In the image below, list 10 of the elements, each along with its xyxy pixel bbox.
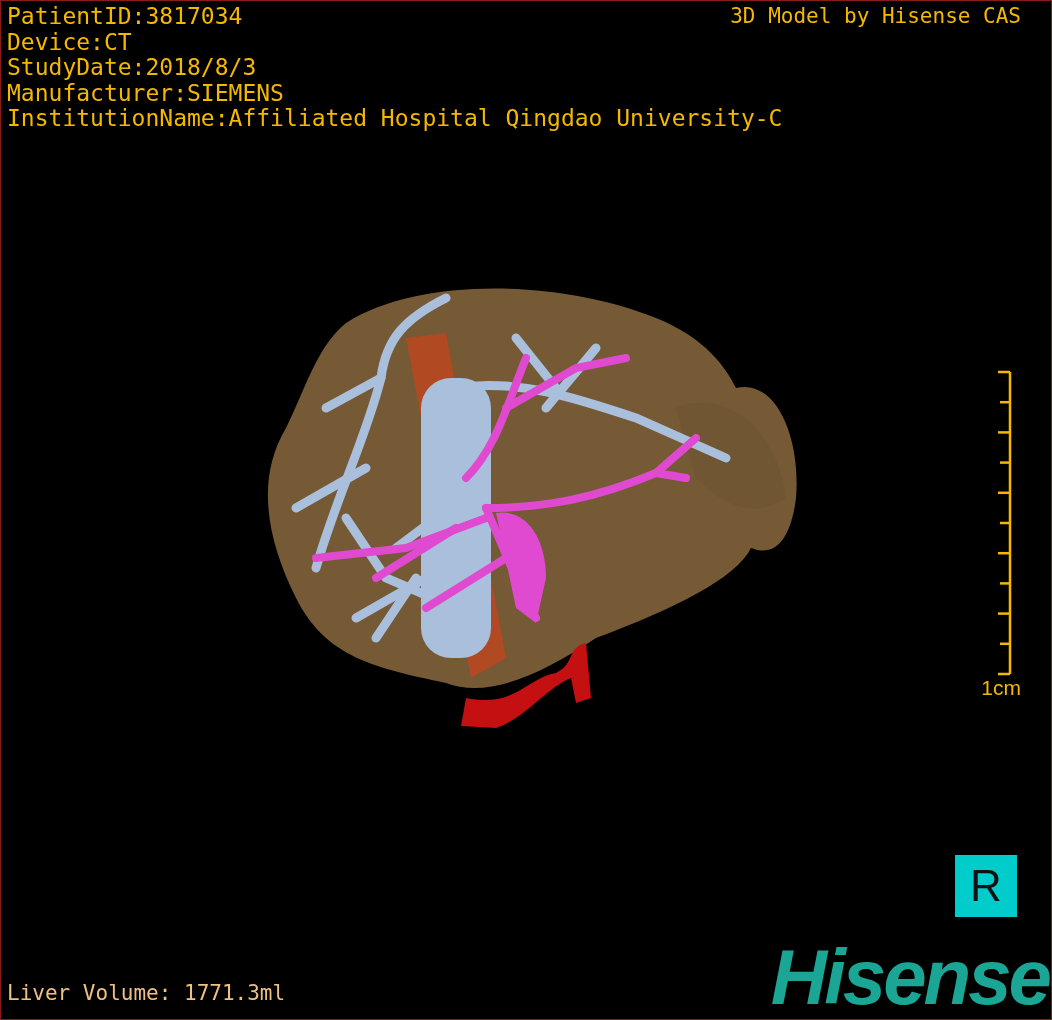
scale-label: 1cm: [981, 675, 1021, 700]
patient-info-text: Device:CT: [7, 29, 132, 55]
liver-volume-text: Liver Volume: 1771.3ml: [6, 981, 286, 1007]
patient-info-text: Manufacturer:SIEMENS: [7, 80, 284, 106]
patient-info-text: PatientID:3817034: [7, 4, 243, 30]
patient-info-text: InstitutionName:Affiliated Hospital Qingdao University-C: [7, 106, 783, 132]
brand-logo: Hisense: [770, 939, 1049, 1015]
model-caption: 3D Model by Hisense CAS: [730, 4, 1021, 29]
orientation-marker: R: [955, 855, 1017, 917]
patient-info-text: StudyDate:2018/8/3: [7, 55, 257, 81]
